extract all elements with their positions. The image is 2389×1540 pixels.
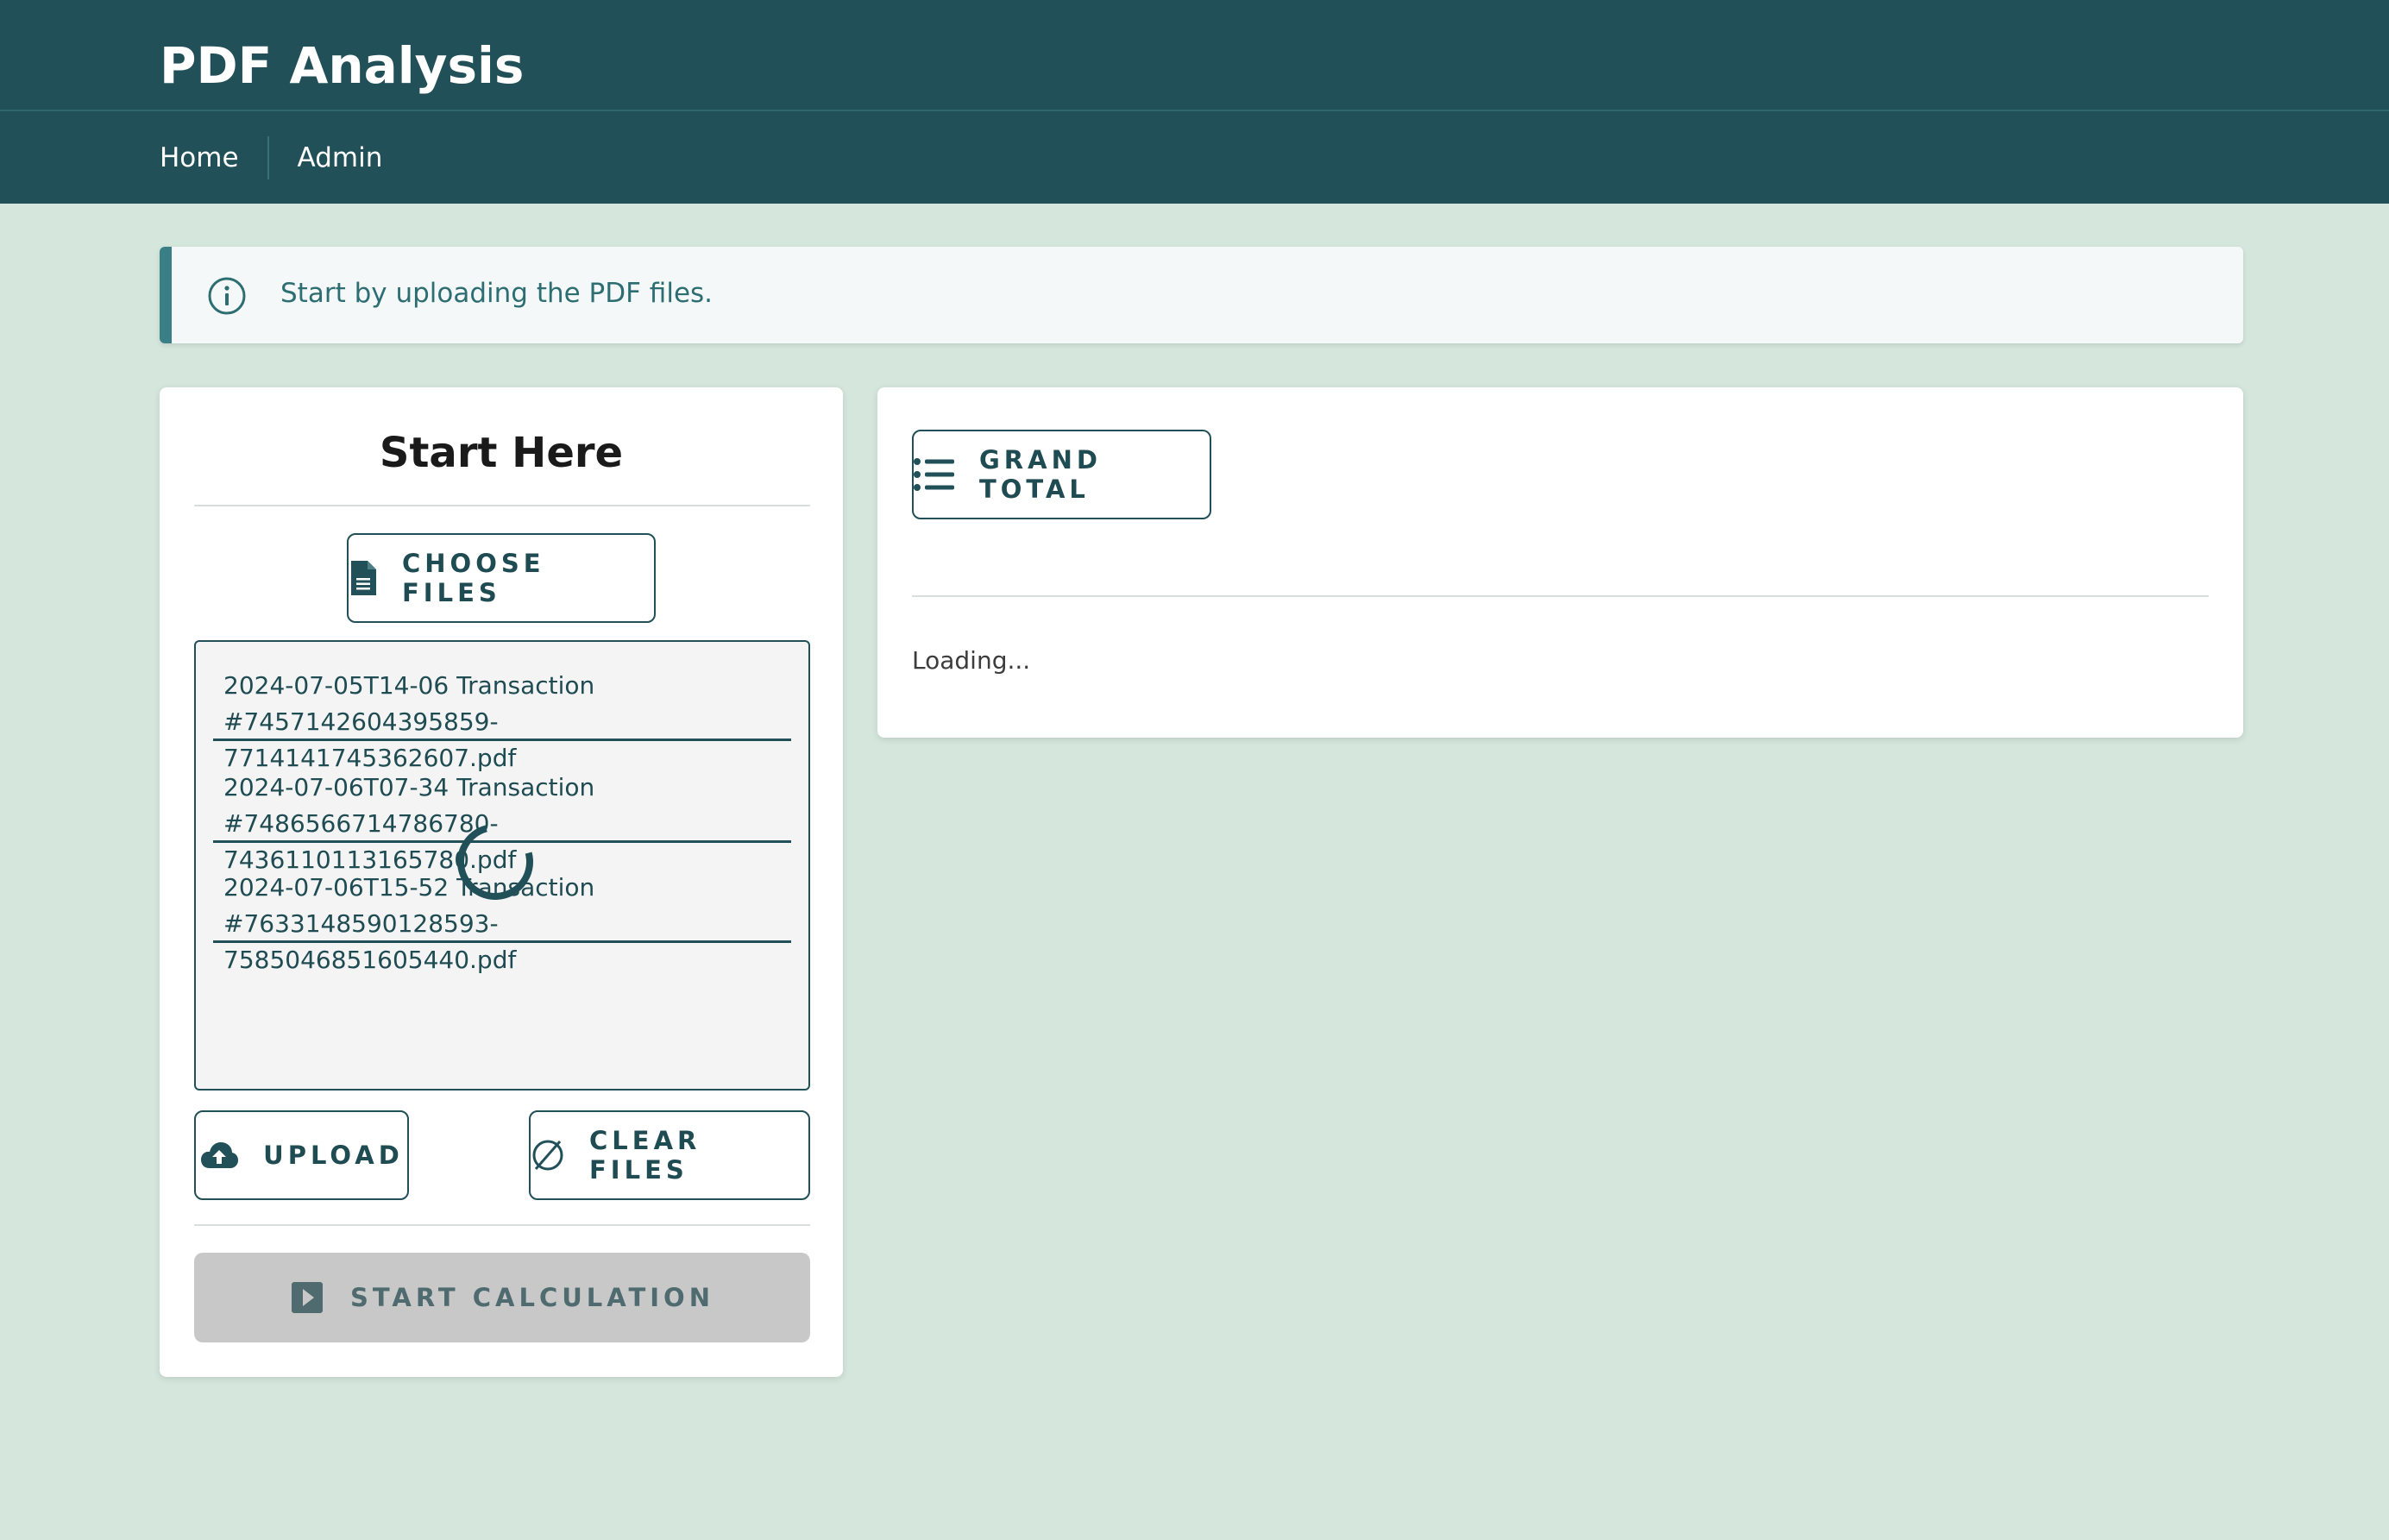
info-message: Start by uploading the PDF files. <box>280 278 714 309</box>
divider <box>194 505 810 506</box>
cloud-upload-icon <box>199 1141 239 1170</box>
info-accent-bar <box>160 247 172 343</box>
app-header: PDF Analysis Home Admin <box>0 0 2389 204</box>
start-panel: Start Here CHOOSE FILES 2024-07-05T14-06… <box>160 387 843 1377</box>
divider <box>912 595 2209 597</box>
main-nav: Home Admin <box>160 136 382 179</box>
info-banner: Start by uploading the PDF files. <box>160 247 2243 343</box>
empty-set-icon <box>531 1138 565 1172</box>
choose-files-label: CHOOSE FILES <box>402 549 545 607</box>
nav-home[interactable]: Home <box>160 142 239 173</box>
start-calculation-label: START CALCULATION <box>350 1283 714 1312</box>
start-calculation-button[interactable]: START CALCULATION <box>194 1253 810 1342</box>
clear-files-label: CLEAR FILES <box>589 1126 701 1185</box>
file-name-line1: 2024-07-05T14-06 Transaction <box>223 671 595 700</box>
file-name-line1: 2024-07-06T07-34 Transaction <box>223 773 595 801</box>
header-divider <box>0 110 2389 111</box>
start-panel-title: Start Here <box>379 429 624 477</box>
grand-total-label: GRAND TOTAL <box>979 445 1102 504</box>
file-icon <box>349 559 378 597</box>
list-item: 2024-07-05T14-06 Transaction #7457142604… <box>213 642 791 772</box>
play-icon <box>290 1280 324 1315</box>
nav-admin[interactable]: Admin <box>298 142 383 173</box>
upload-label: UPLOAD <box>263 1141 404 1170</box>
upload-button[interactable]: UPLOAD <box>194 1110 409 1200</box>
file-name-line2: #7633148590128593-7585046851605440.pdf <box>223 909 517 974</box>
list-icon <box>914 458 955 491</box>
choose-files-button[interactable]: CHOOSE FILES <box>347 533 656 623</box>
nav-separator <box>267 136 269 179</box>
grand-total-button[interactable]: GRAND TOTAL <box>912 430 1211 519</box>
divider <box>194 1224 810 1226</box>
app-title: PDF Analysis <box>160 36 525 95</box>
info-circle-icon <box>207 276 247 319</box>
results-panel: GRAND TOTAL Loading... <box>877 387 2243 738</box>
clear-files-button[interactable]: CLEAR FILES <box>529 1110 810 1200</box>
loading-text: Loading... <box>912 646 1031 675</box>
